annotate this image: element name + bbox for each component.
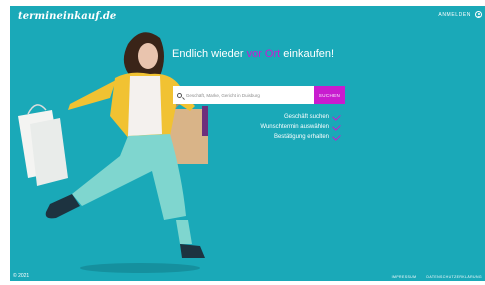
check-icon <box>332 121 341 131</box>
headline-accent: vor Ort <box>246 48 281 60</box>
hero-headline: Endlich wieder vor Ort einkaufen! <box>172 48 372 60</box>
step-label: Geschäft suchen <box>283 114 329 120</box>
step-item: Wunschtermin auswählen <box>260 121 341 132</box>
headline-post: einkaufen! <box>280 48 335 60</box>
step-item: Bestätigung erhalten <box>260 131 341 142</box>
check-icon <box>332 111 341 121</box>
copyright: © 2021 <box>13 273 30 279</box>
logo[interactable]: termineinkauf.de <box>18 11 116 22</box>
login-link[interactable]: ANMELDEN <box>438 11 482 18</box>
shopping-bag-right <box>163 102 208 164</box>
search-icon <box>177 92 182 98</box>
hero-section: termineinkauf.de ANMELDEN Endlich wieder… <box>10 6 485 281</box>
check-icon <box>332 131 341 141</box>
step-label: Bestätigung erhalten <box>273 134 329 140</box>
search-field[interactable] <box>173 86 314 104</box>
step-label: Wunschtermin auswählen <box>260 124 329 130</box>
step-item: Geschäft suchen <box>260 111 341 122</box>
search-bar: SUCHEN <box>173 86 345 104</box>
footer-link-impressum[interactable]: IMPRESSUM <box>392 275 417 279</box>
shopping-bags-left <box>18 104 68 186</box>
steps-list: Geschäft suchen Wunschtermin auswählen B… <box>260 111 341 142</box>
search-button[interactable]: SUCHEN <box>314 86 345 104</box>
headline-pre: Endlich wieder <box>172 48 247 60</box>
footer-links: IMPRESSUM DATENSCHUTZERKLÄRUNG <box>392 275 482 279</box>
user-icon <box>475 11 482 18</box>
login-label: ANMELDEN <box>438 11 471 18</box>
search-input[interactable] <box>185 92 314 98</box>
footer-link-datenschutz[interactable]: DATENSCHUTZERKLÄRUNG <box>426 275 482 279</box>
